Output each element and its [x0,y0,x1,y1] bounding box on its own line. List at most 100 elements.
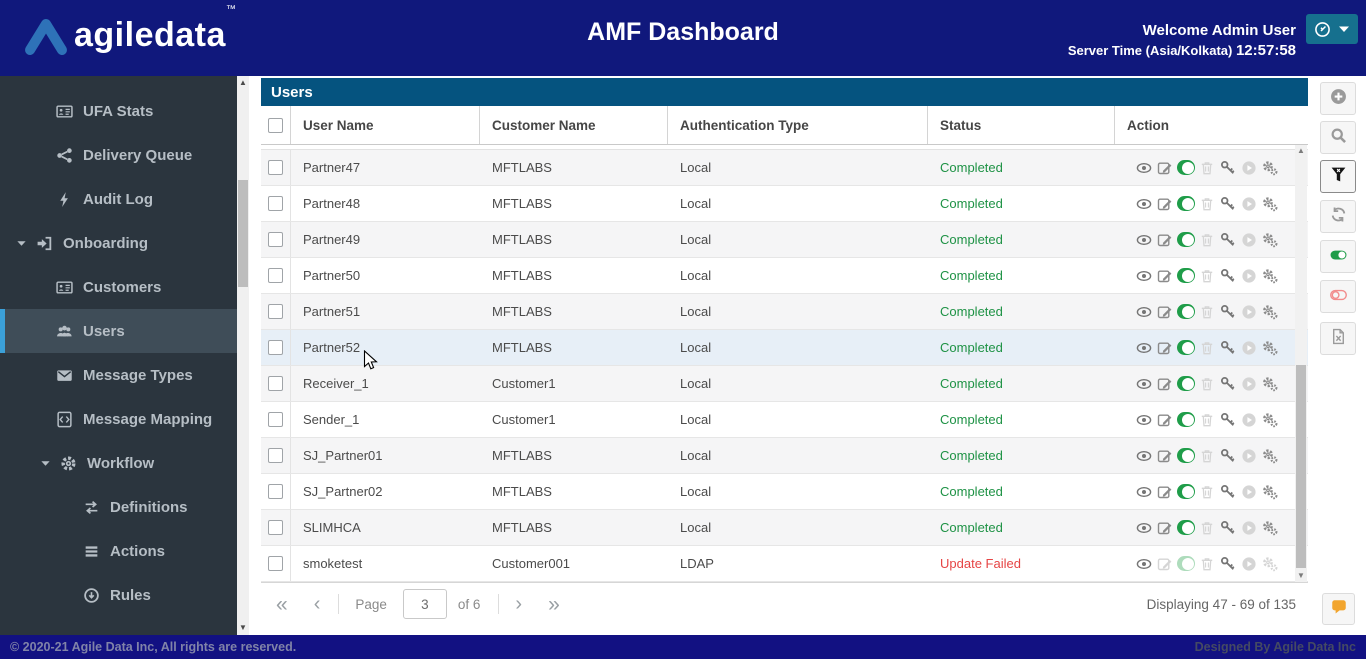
status-toggle-action-icon[interactable] [1177,519,1195,536]
settings-action-icon[interactable] [1261,447,1279,464]
row-checkbox[interactable] [268,268,283,283]
table-row-SLIMHCA[interactable]: SLIMHCAMFTLABSLocalCompleted [261,510,1308,546]
view-action-icon[interactable] [1135,411,1153,428]
search-button[interactable] [1320,121,1356,154]
settings-action-icon[interactable] [1261,195,1279,212]
view-action-icon[interactable] [1135,339,1153,356]
view-action-icon[interactable] [1135,231,1153,248]
keys-action-icon[interactable] [1219,411,1237,428]
row-checkbox[interactable] [268,376,283,391]
row-checkbox[interactable] [268,232,283,247]
row-checkbox[interactable] [268,484,283,499]
keys-action-icon[interactable] [1219,447,1237,464]
sidebar-item-actions[interactable]: Actions [0,529,237,573]
table-scrollbar-thumb[interactable] [1296,365,1306,568]
view-action-icon[interactable] [1135,375,1153,392]
edit-action-icon[interactable] [1156,483,1174,500]
edit-action-icon[interactable] [1156,375,1174,392]
row-checkbox[interactable] [268,448,283,463]
sidebar-item-customers[interactable]: Customers [0,265,237,309]
table-row-Partner50[interactable]: Partner50MFTLABSLocalCompleted [261,258,1308,294]
status-toggle-action-icon[interactable] [1177,231,1195,248]
status-toggle-action-icon[interactable] [1177,375,1195,392]
row-checkbox[interactable] [268,160,283,175]
status-toggle-action-icon[interactable] [1177,195,1195,212]
edit-action-icon[interactable] [1156,447,1174,464]
export-excel-button[interactable] [1320,322,1356,355]
table-row-SJ_Partner02[interactable]: SJ_Partner02MFTLABSLocalCompleted [261,474,1308,510]
sidebar-item-users[interactable]: Users [0,309,237,353]
status-toggle-action-icon[interactable] [1177,447,1195,464]
scroll-down-icon[interactable]: ▼ [237,622,249,634]
keys-action-icon[interactable] [1219,267,1237,284]
edit-action-icon[interactable] [1156,411,1174,428]
view-action-icon[interactable] [1135,483,1153,500]
edit-action-icon[interactable] [1156,519,1174,536]
edit-action-icon[interactable] [1156,159,1174,176]
table-row-smoketest[interactable]: smoketestCustomer001LDAPUpdate Failed [261,546,1308,582]
activate-button[interactable] [1320,240,1356,273]
keys-action-icon[interactable] [1219,159,1237,176]
deactivate-button[interactable] [1320,280,1356,313]
view-action-icon[interactable] [1135,159,1153,176]
view-action-icon[interactable] [1135,519,1153,536]
keys-action-icon[interactable] [1219,483,1237,500]
keys-action-icon[interactable] [1219,339,1237,356]
settings-action-icon[interactable] [1261,159,1279,176]
scroll-down-icon[interactable]: ▼ [1295,570,1307,582]
view-action-icon[interactable] [1135,303,1153,320]
sidebar-scrollbar-thumb[interactable] [238,180,248,287]
chat-button[interactable] [1322,593,1355,625]
first-page-button[interactable]: « [276,594,288,615]
settings-action-icon[interactable] [1261,267,1279,284]
scroll-up-icon[interactable]: ▲ [1295,145,1307,157]
table-row-Sender_1[interactable]: Sender_1Customer1LocalCompleted [261,402,1308,438]
table-row-Partner51[interactable]: Partner51MFTLABSLocalCompleted [261,294,1308,330]
sidebar-item-audit-log[interactable]: Audit Log [0,177,237,221]
keys-action-icon[interactable] [1219,375,1237,392]
account-menu-button[interactable] [1306,14,1358,44]
prev-page-button[interactable]: ‹ [314,594,321,614]
last-page-button[interactable]: » [548,594,560,615]
table-row-Partner49[interactable]: Partner49MFTLABSLocalCompleted [261,222,1308,258]
keys-action-icon[interactable] [1219,519,1237,536]
sidebar-item-workflow[interactable]: Workflow [0,441,237,485]
refresh-button[interactable] [1320,200,1356,233]
edit-action-icon[interactable] [1156,339,1174,356]
next-page-button[interactable]: › [515,594,522,614]
status-toggle-action-icon[interactable] [1177,159,1195,176]
table-row-Partner52[interactable]: Partner52MFTLABSLocalCompleted [261,330,1308,366]
settings-action-icon[interactable] [1261,231,1279,248]
row-checkbox[interactable] [268,196,283,211]
select-all-checkbox[interactable] [268,118,283,133]
status-toggle-action-icon[interactable] [1177,411,1195,428]
view-action-icon[interactable] [1135,447,1153,464]
sidebar-item-message-types[interactable]: Message Types [0,353,237,397]
row-checkbox[interactable] [268,520,283,535]
view-action-icon[interactable] [1135,195,1153,212]
table-row-Receiver_1[interactable]: Receiver_1Customer1LocalCompleted [261,366,1308,402]
settings-action-icon[interactable] [1261,519,1279,536]
keys-action-icon[interactable] [1219,555,1237,572]
edit-action-icon[interactable] [1156,267,1174,284]
edit-action-icon[interactable] [1156,231,1174,248]
view-action-icon[interactable] [1135,267,1153,284]
sidebar-item-onboarding[interactable]: Onboarding [0,221,237,265]
sidebar-scrollbar[interactable]: ▲ ▼ [237,76,249,635]
scroll-up-icon[interactable]: ▲ [237,77,249,89]
edit-action-icon[interactable] [1156,303,1174,320]
table-scrollbar[interactable]: ▲ ▼ [1295,145,1307,582]
settings-action-icon[interactable] [1261,303,1279,320]
sidebar-item-delivery-queue[interactable]: Delivery Queue [0,133,237,177]
sidebar-item-message-mapping[interactable]: Message Mapping [0,397,237,441]
keys-action-icon[interactable] [1219,303,1237,320]
page-input[interactable] [403,589,447,619]
status-toggle-action-icon[interactable] [1177,483,1195,500]
table-row-Partner48[interactable]: Partner48MFTLABSLocalCompleted [261,186,1308,222]
settings-action-icon[interactable] [1261,411,1279,428]
row-checkbox[interactable] [268,340,283,355]
status-toggle-action-icon[interactable] [1177,339,1195,356]
status-toggle-action-icon[interactable] [1177,267,1195,284]
settings-action-icon[interactable] [1261,483,1279,500]
row-checkbox[interactable] [268,556,283,571]
